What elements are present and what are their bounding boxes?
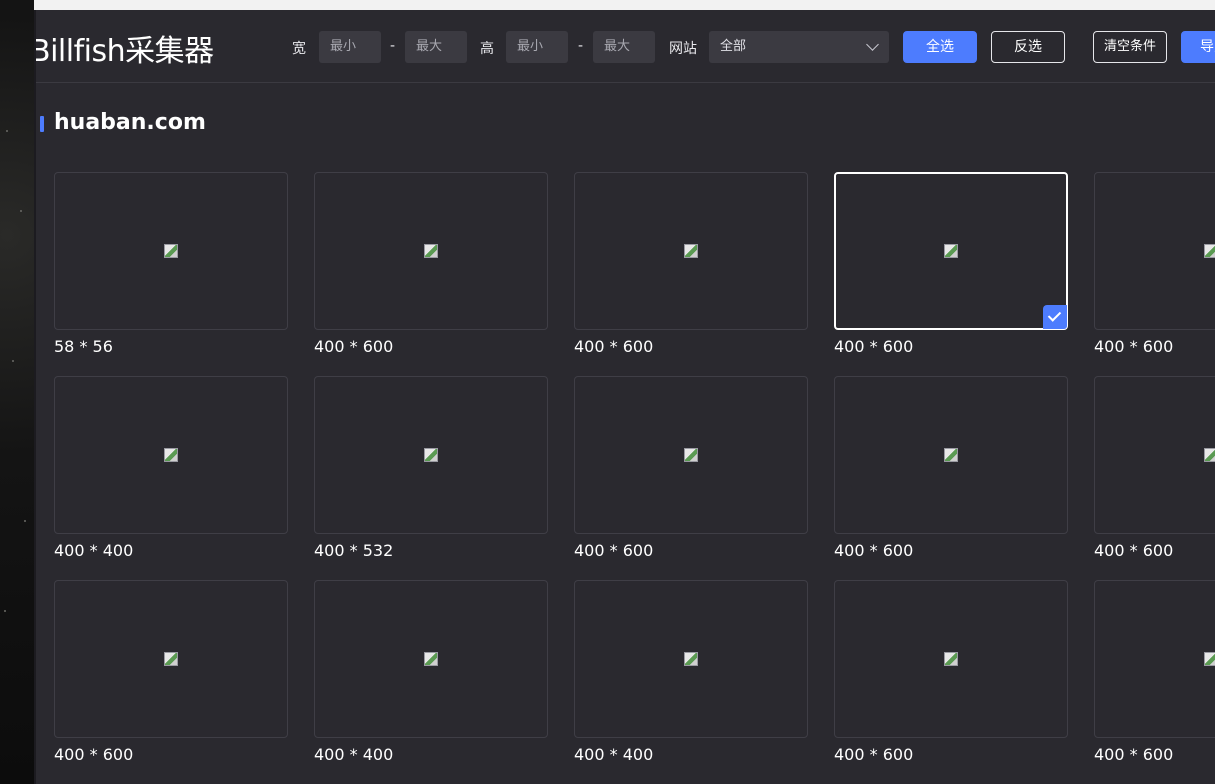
background-speck xyxy=(20,210,22,212)
image-card[interactable] xyxy=(834,580,1068,738)
broken-image-icon xyxy=(164,652,178,666)
background-speck xyxy=(12,360,14,362)
image-card[interactable] xyxy=(314,376,548,534)
image-card[interactable] xyxy=(314,172,548,330)
image-dimensions: 400 * 400 xyxy=(314,745,394,764)
broken-image-icon xyxy=(684,244,698,258)
image-dimensions: 400 * 600 xyxy=(834,745,914,764)
height-min-input[interactable]: 最小 xyxy=(506,31,568,63)
background-speck xyxy=(4,610,6,612)
broken-image-icon xyxy=(1204,652,1215,666)
image-dimensions: 400 * 400 xyxy=(54,541,134,560)
image-card[interactable] xyxy=(1094,172,1215,330)
broken-image-icon xyxy=(684,448,698,462)
broken-image-icon xyxy=(424,652,438,666)
image-dimensions: 400 * 400 xyxy=(574,745,654,764)
image-card[interactable] xyxy=(1094,376,1215,534)
image-card[interactable] xyxy=(574,172,808,330)
image-card[interactable] xyxy=(54,172,288,330)
width-label: 宽 xyxy=(292,41,306,57)
image-card[interactable] xyxy=(574,376,808,534)
image-dimensions: 400 * 600 xyxy=(314,337,394,356)
image-dimensions: 400 * 600 xyxy=(1094,541,1174,560)
image-dimensions: 400 * 600 xyxy=(1094,745,1174,764)
image-card[interactable] xyxy=(834,376,1068,534)
broken-image-icon xyxy=(1204,244,1215,258)
image-dimensions: 58 * 56 xyxy=(54,337,113,356)
section-title: huaban.com xyxy=(54,110,206,135)
select-all-button[interactable]: 全选 xyxy=(903,31,977,63)
collector-panel: Billfish采集器 宽 最小 - 最大 高 最小 - 最大 网站 全部 全选… xyxy=(34,10,1215,784)
broken-image-icon xyxy=(944,448,958,462)
broken-image-icon xyxy=(164,448,178,462)
broken-image-icon xyxy=(944,244,958,258)
broken-image-icon xyxy=(424,448,438,462)
image-dimensions: 400 * 600 xyxy=(834,337,914,356)
height-max-input[interactable]: 最大 xyxy=(593,31,655,63)
import-button[interactable]: 导入 xyxy=(1181,31,1215,63)
width-max-input[interactable]: 最大 xyxy=(405,31,467,63)
background-speck xyxy=(24,520,26,522)
width-min-input[interactable]: 最小 xyxy=(319,31,381,63)
width-range-separator: - xyxy=(390,38,396,54)
desktop-background xyxy=(0,0,34,784)
image-dimensions: 400 * 600 xyxy=(574,541,654,560)
window-top-edge xyxy=(34,0,1215,10)
checkmark-icon[interactable] xyxy=(1043,305,1067,329)
broken-image-icon xyxy=(1204,448,1215,462)
image-dimensions: 400 * 532 xyxy=(314,541,394,560)
site-select-value: 全部 xyxy=(720,39,747,54)
broken-image-icon xyxy=(684,652,698,666)
image-card[interactable] xyxy=(54,376,288,534)
section-accent-bar xyxy=(40,116,44,132)
image-dimensions: 400 * 600 xyxy=(54,745,134,764)
broken-image-icon xyxy=(164,244,178,258)
image-card[interactable] xyxy=(314,580,548,738)
image-dimensions: 400 * 600 xyxy=(574,337,654,356)
site-label: 网站 xyxy=(669,41,697,57)
broken-image-icon xyxy=(944,652,958,666)
image-card[interactable] xyxy=(574,580,808,738)
image-dimensions: 400 * 600 xyxy=(834,541,914,560)
image-card[interactable] xyxy=(54,580,288,738)
image-dimensions: 400 * 600 xyxy=(1094,337,1174,356)
invert-selection-button[interactable]: 反选 xyxy=(991,31,1065,63)
image-card[interactable] xyxy=(1094,580,1215,738)
height-range-separator: - xyxy=(578,38,584,54)
app-title: Billfish采集器 xyxy=(34,34,214,69)
site-select[interactable]: 全部 xyxy=(709,31,889,63)
image-card[interactable] xyxy=(834,172,1068,330)
background-speck xyxy=(6,130,8,132)
chevron-down-icon xyxy=(866,38,879,51)
filter-toolbar: Billfish采集器 宽 最小 - 最大 高 最小 - 最大 网站 全部 全选… xyxy=(36,10,1215,83)
clear-filters-button[interactable]: 清空条件 xyxy=(1093,31,1167,63)
height-label: 高 xyxy=(480,41,494,57)
broken-image-icon xyxy=(424,244,438,258)
